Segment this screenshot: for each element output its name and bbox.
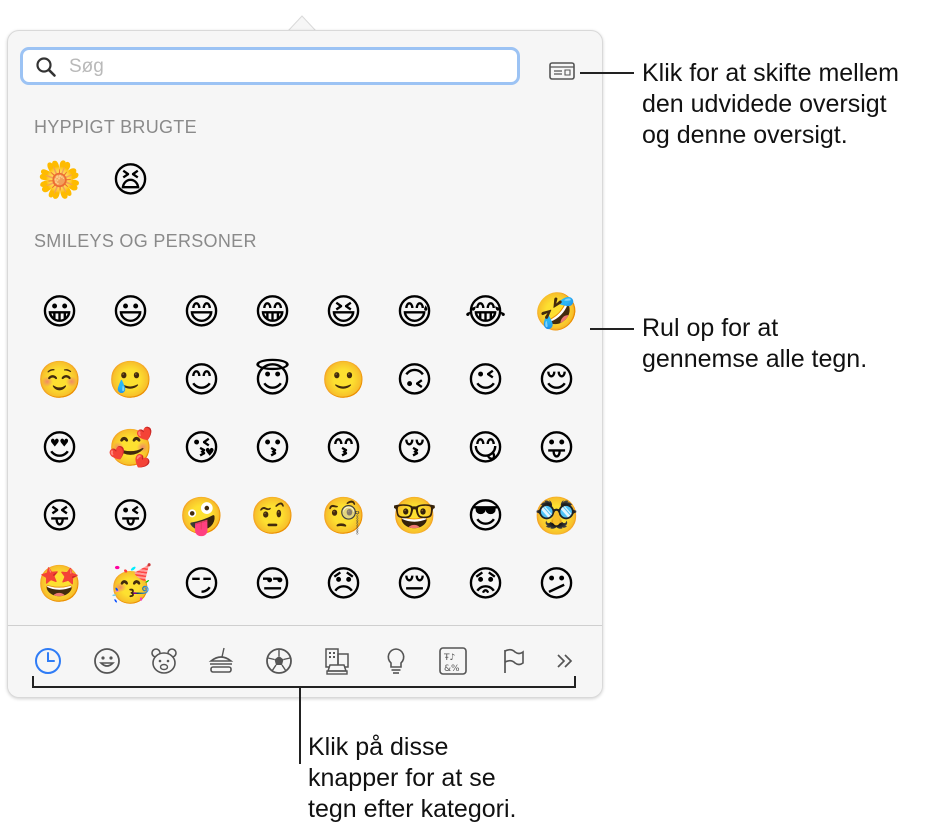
emoji-button[interactable]: 🤩 [24, 551, 95, 619]
emoji-button[interactable]: 🥲 [95, 347, 166, 415]
emoji-button[interactable]: 🌼 [24, 147, 95, 215]
symbols-icon: Ŧ♪ &% [439, 647, 467, 675]
emoji-button[interactable]: 😞 [308, 551, 379, 619]
character-viewer-popover: HYPPIGT BRUGTE 🌼😫 SMILEYS OG PERSONER 😀😃… [7, 30, 603, 698]
search-field[interactable] [20, 47, 520, 85]
emoji-button[interactable]: 😙 [308, 415, 379, 483]
category-travel-button[interactable] [320, 644, 354, 678]
emoji-button[interactable]: 😌 [521, 347, 592, 415]
emoji-button[interactable]: ☺️ [24, 347, 95, 415]
emoji-scroll-area[interactable]: 😀 😃 😄 😁 😆 😅 😂 🤣 ☺️ 🥲 😊 😇 🙂 🙃 😉 😌 😍 🥰 😘 😗 😙 😚 😋 😛 😝 😜 🤪 🤨 🧐 🤓 😎 🥸 🤩 🥳 😏 😒 😞 😔 😟… [8, 279, 602, 625]
emoji-button[interactable]: 😎 [450, 483, 521, 551]
emoji-button[interactable]: 🤨 [237, 483, 308, 551]
smileys-grid: 😀 😃 😄 😁 😆 😅 😂 🤣 ☺️ 🥲 😊 😇 🙂 🙃 😉 😌 😍 🥰 😘 😗 😙 😚 😋 😛 😝 😜 🤪 🤨 🧐 🤓 😎 🥸 🤩 🥳 😏 😒 😞 😔 😟… [24, 279, 592, 625]
building-car-icon [325, 648, 349, 675]
clock-icon [35, 648, 61, 674]
svg-text:&%: &% [444, 664, 460, 674]
section-header-smileys: SMILEYS OG PERSONER [34, 231, 257, 251]
category-bracket [32, 686, 576, 688]
category-animals-button[interactable] [147, 644, 181, 678]
emoji-button[interactable]: 😊 [166, 347, 237, 415]
section-header-frequently-used: HYPPIGT BRUGTE [34, 117, 197, 137]
soccer-ball-icon [266, 648, 292, 674]
emoji-button[interactable]: 😗 [237, 415, 308, 483]
screenshot-stage: HYPPIGT BRUGTE 🌼😫 SMILEYS OG PERSONER 😀😃… [0, 0, 944, 838]
emoji-button[interactable]: 🥸 [521, 483, 592, 551]
emoji-button[interactable]: 😫 [95, 147, 166, 215]
emoji-button[interactable]: 🤣 [521, 279, 592, 347]
category-activity-button[interactable] [262, 644, 296, 678]
bear-icon [151, 648, 177, 674]
chevron-double-right-icon [557, 654, 573, 668]
flag-icon [504, 648, 524, 673]
callout-line-scroll [590, 328, 634, 330]
burger-icon [208, 647, 234, 673]
emoji-button[interactable]: 😄 [166, 279, 237, 347]
emoji-button[interactable]: 😏 [166, 551, 237, 619]
category-smileys-button[interactable] [90, 644, 124, 678]
smiley-icon [94, 648, 120, 674]
emoji-button[interactable]: 🙂 [308, 347, 379, 415]
emoji-button[interactable]: 😒 [237, 551, 308, 619]
category-objects-button[interactable] [379, 644, 413, 678]
emoji-button[interactable]: 😀 [24, 279, 95, 347]
category-frequently-used-button[interactable] [31, 644, 65, 678]
callout-line-toggle [580, 72, 634, 74]
category-bracket-right [574, 676, 576, 688]
emoji-button[interactable]: 😋 [450, 415, 521, 483]
category-symbols-button[interactable]: Ŧ♪ &% [436, 644, 470, 678]
search-input[interactable] [67, 52, 511, 82]
svg-text:Ŧ♪: Ŧ♪ [443, 653, 455, 663]
emoji-button[interactable]: 🥰 [95, 415, 166, 483]
emoji-button[interactable]: 😃 [95, 279, 166, 347]
emoji-button[interactable]: 🤪 [166, 483, 237, 551]
emoji-button[interactable]: 😝 [24, 483, 95, 551]
frequently-used-grid: 🌼 😫 [24, 147, 592, 215]
emoji-button[interactable]: 😂 [450, 279, 521, 347]
callout-scroll: Rul op for at gennemse alle tegn. [642, 314, 868, 373]
expand-view-toggle-icon[interactable] [546, 59, 578, 83]
category-more-button[interactable] [548, 644, 582, 678]
emoji-button[interactable]: 😆 [308, 279, 379, 347]
emoji-button[interactable]: 😛 [521, 415, 592, 483]
emoji-button[interactable]: 😉 [450, 347, 521, 415]
emoji-button[interactable]: 🧐 [308, 483, 379, 551]
emoji-button[interactable]: 😕 [521, 551, 592, 619]
emoji-button[interactable]: 😇 [237, 347, 308, 415]
emoji-button[interactable]: 😁 [237, 279, 308, 347]
category-bracket-left [32, 676, 34, 688]
callout-toggle-view: Klik for at skifte mellem den udvidede o… [642, 59, 900, 149]
emoji-button[interactable]: 😟 [450, 551, 521, 619]
emoji-button[interactable]: 🤓 [379, 483, 450, 551]
category-food-button[interactable] [204, 644, 238, 678]
lightbulb-icon [387, 648, 405, 674]
search-icon [36, 57, 56, 77]
emoji-button[interactable]: 😘 [166, 415, 237, 483]
emoji-button[interactable]: 😚 [379, 415, 450, 483]
emoji-button[interactable]: 😔 [379, 551, 450, 619]
emoji-button[interactable]: 😜 [95, 483, 166, 551]
category-flags-button[interactable] [496, 644, 530, 678]
emoji-button[interactable]: 😍 [24, 415, 95, 483]
emoji-button[interactable]: 😅 [379, 279, 450, 347]
callout-line-categories [299, 686, 301, 764]
emoji-button[interactable]: 🥳 [95, 551, 166, 619]
callout-categories: Klik på disse knapper for at se tegn eft… [308, 733, 517, 823]
emoji-button[interactable]: 🙃 [379, 347, 450, 415]
